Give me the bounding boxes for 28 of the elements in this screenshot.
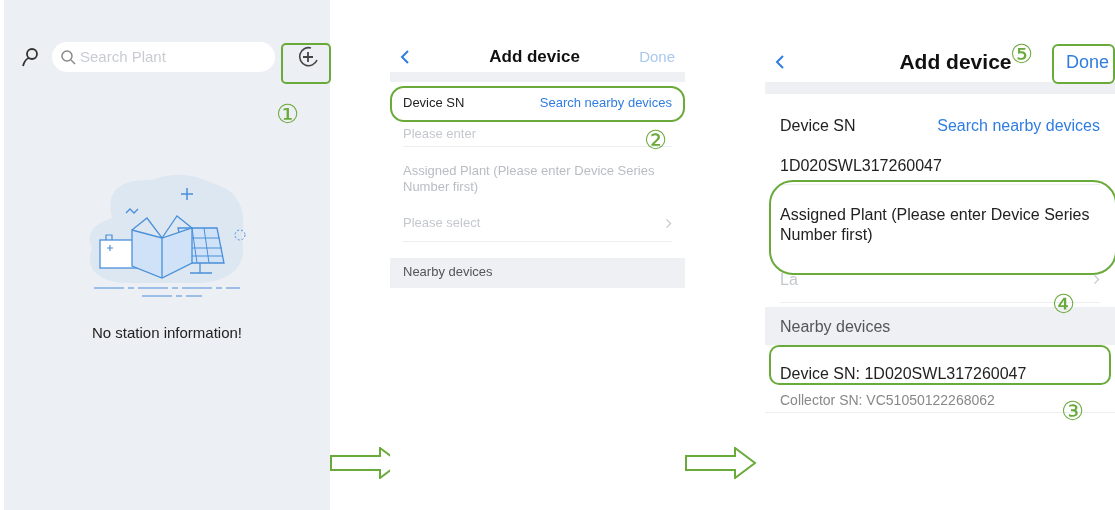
step-number: ③ <box>1061 398 1085 424</box>
section-header: Nearby devices <box>390 257 685 288</box>
screen-title: Add device <box>899 49 1012 76</box>
arrow-icon <box>685 447 757 479</box>
device-sn[interactable]: Device SN: 1D020SWL317260047 <box>780 364 1027 384</box>
empty-message: No station information! <box>90 323 244 343</box>
step-number: ① <box>276 101 300 127</box>
collector-sn: Collector SN: VC51050122268062 <box>780 392 995 410</box>
field-label: Device SN <box>780 116 856 136</box>
back-icon[interactable] <box>775 54 785 70</box>
search-icon <box>60 49 76 65</box>
highlight-frame <box>1052 44 1115 84</box>
add-icon[interactable] <box>297 46 319 68</box>
highlight-frame <box>281 43 331 84</box>
step-number: ⑤ <box>1010 41 1034 67</box>
search-nearby-link[interactable]: Search nearby devices <box>539 93 672 113</box>
search-nearby-link[interactable]: Search nearby devices <box>937 114 1100 138</box>
field-label: Assigned Plant (Please enter Device Series Number first) <box>780 205 1091 245</box>
screen-title: Add device <box>489 46 580 69</box>
back-icon[interactable] <box>400 49 410 65</box>
device-sn-field[interactable]: 1D020SWL317260047 <box>780 148 1030 184</box>
device-sn-field[interactable]: Please enter <box>403 120 623 146</box>
field-label: Assigned Plant (Please enter Device Series Number first) <box>403 163 656 196</box>
step-number: ② <box>644 127 668 153</box>
done-button[interactable]: Done <box>1061 48 1113 76</box>
chevron-icon <box>665 217 672 229</box>
field-label: Device SN <box>403 94 465 113</box>
chevron-icon <box>1093 274 1100 285</box>
